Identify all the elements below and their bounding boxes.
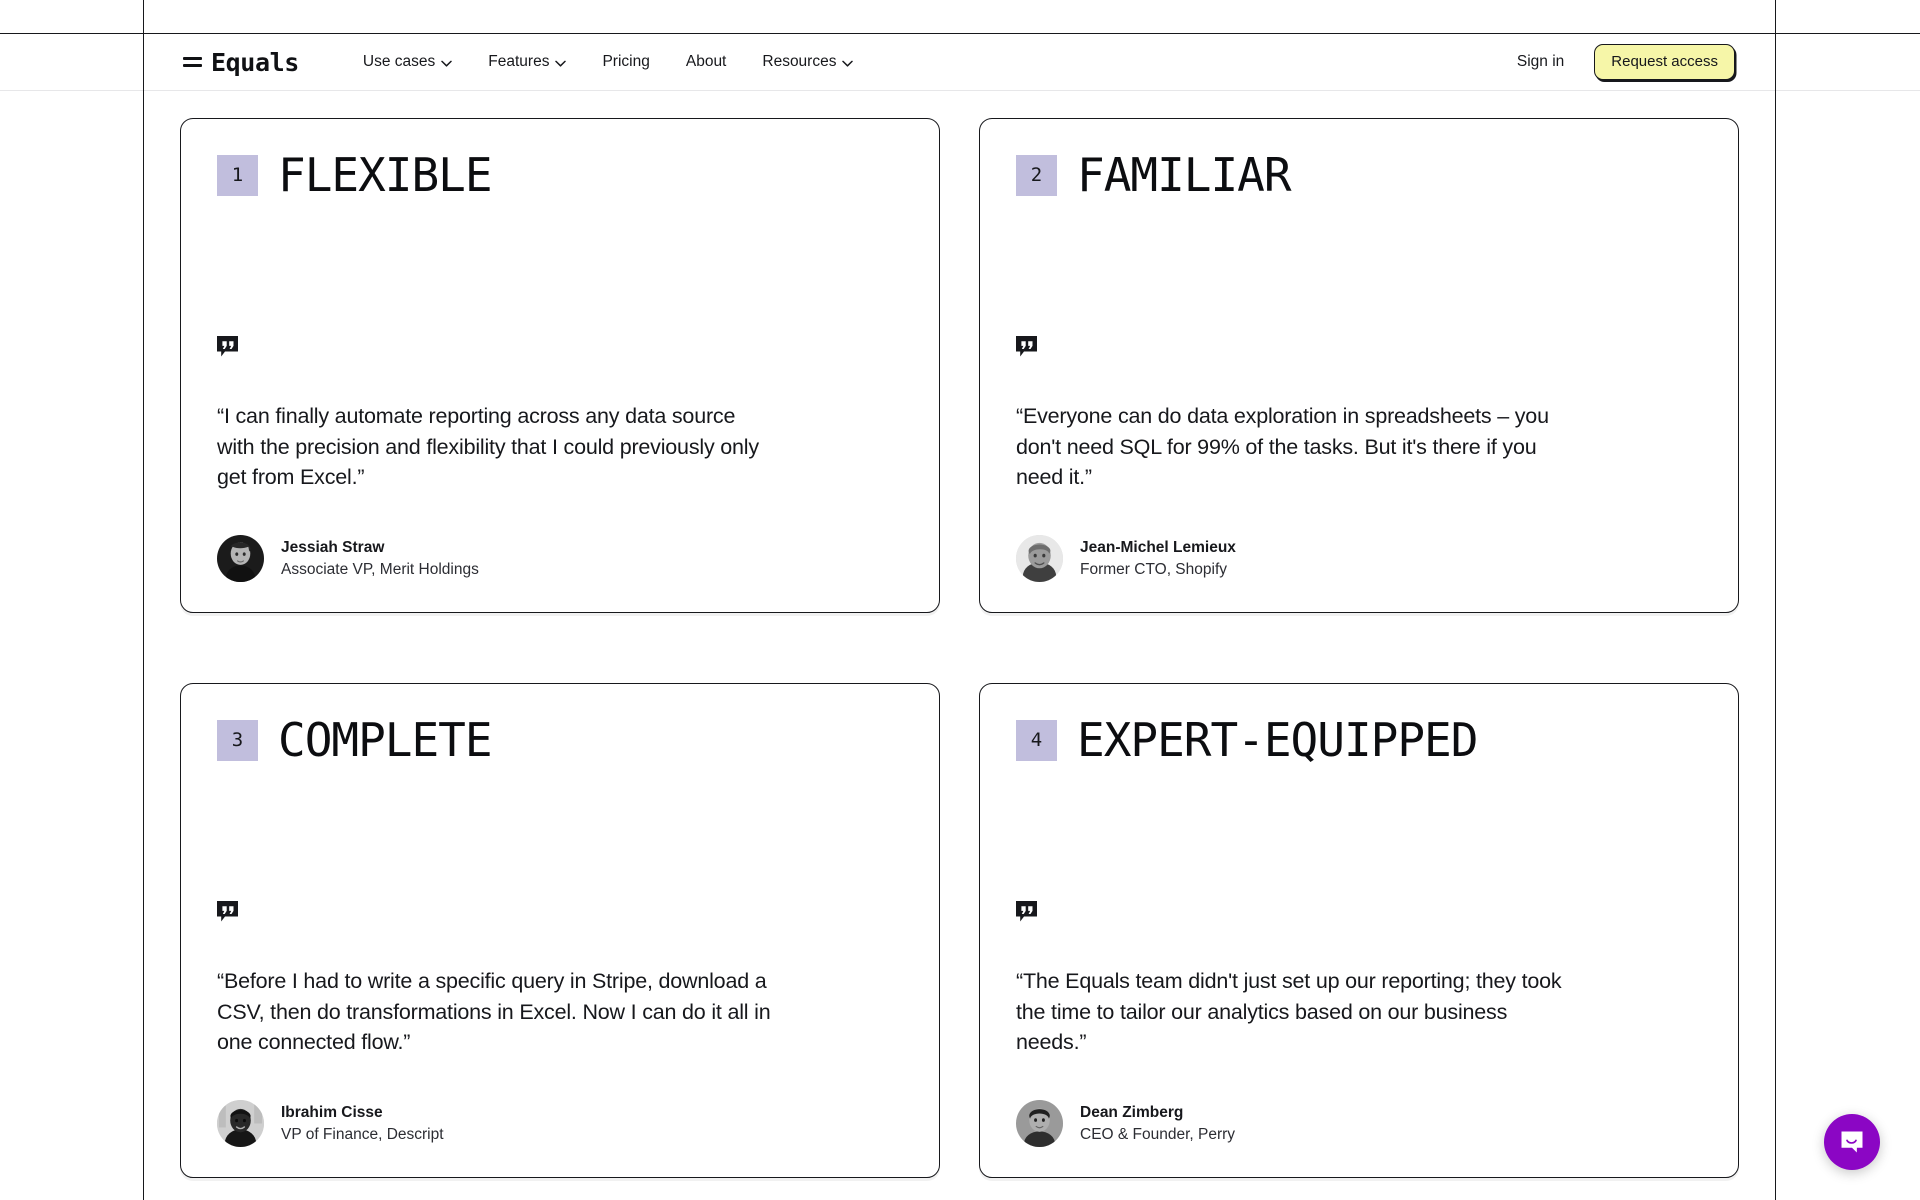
sign-in-link[interactable]: Sign in bbox=[1507, 47, 1574, 77]
attribution-name: Jessiah Straw bbox=[281, 539, 385, 557]
quote-text: “The Equals team didn't just set up our … bbox=[1016, 969, 1562, 1055]
attribution-text: Dean Zimberg CEO & Founder, Perry bbox=[1080, 1103, 1235, 1144]
chevron-down-icon bbox=[441, 60, 453, 67]
header-inner: Equals Use cases Features Pricing About … bbox=[143, 34, 1775, 90]
testimonial-grid: 1 FLEXIBLE “I can finally automate repor… bbox=[144, 110, 1775, 1178]
site-header: Equals Use cases Features Pricing About … bbox=[0, 34, 1920, 91]
attribution-name: Jean-Michel Lemieux bbox=[1080, 539, 1236, 557]
page-frame-right-rule bbox=[1775, 0, 1776, 1200]
attribution: Dean Zimberg CEO & Founder, Perry bbox=[1016, 1100, 1702, 1147]
card-title: FAMILIAR bbox=[1077, 148, 1292, 202]
quote-bubble-icon bbox=[1016, 901, 1041, 926]
nav-item-label: Resources bbox=[762, 53, 837, 70]
card-header: 1 FLEXIBLE bbox=[217, 152, 903, 199]
nav-item-label: About bbox=[685, 53, 727, 70]
card-body: “I can finally automate reporting across… bbox=[217, 336, 903, 582]
page-frame-left-rule bbox=[143, 0, 144, 1200]
card-body: “Everyone can do data exploration in spr… bbox=[1016, 336, 1702, 582]
quote-text: “Before I had to write a specific query … bbox=[217, 969, 771, 1055]
attribution: Ibrahim Cisse VP of Finance, Descript bbox=[217, 1100, 903, 1147]
page-frame-top-rule bbox=[0, 33, 1920, 34]
card-number-badge: 3 bbox=[217, 719, 258, 761]
card-header: 2 FAMILIAR bbox=[1016, 152, 1702, 199]
attribution-text: Jessiah Straw Associate VP, Merit Holdin… bbox=[281, 538, 479, 579]
avatar bbox=[217, 535, 264, 582]
attribution-role: VP of Finance, Descript bbox=[281, 1125, 444, 1143]
testimonial-card: 1 FLEXIBLE “I can finally automate repor… bbox=[180, 118, 940, 613]
nav-item-resources[interactable]: Resources bbox=[744, 47, 871, 77]
nav-item-label: Use cases bbox=[362, 53, 436, 70]
card-number-badge: 1 bbox=[217, 154, 258, 196]
card-header: 4 EXPERT-EQUIPPED bbox=[1016, 717, 1702, 764]
avatar bbox=[1016, 535, 1063, 582]
logo-wordmark: Equals bbox=[211, 47, 299, 77]
primary-nav: Use cases Features Pricing About Resourc… bbox=[345, 47, 872, 77]
equals-mark-icon bbox=[183, 57, 202, 67]
header-actions: Sign in Request access bbox=[1507, 44, 1735, 80]
attribution: Jessiah Straw Associate VP, Merit Holdin… bbox=[217, 535, 903, 582]
attribution-text: Jean-Michel Lemieux Former CTO, Shopify bbox=[1080, 538, 1236, 579]
attribution: Jean-Michel Lemieux Former CTO, Shopify bbox=[1016, 535, 1702, 582]
quote-bubble-icon bbox=[217, 336, 242, 361]
chat-bubble-smile-icon bbox=[1838, 1128, 1866, 1156]
nav-item-label: Features bbox=[488, 53, 550, 70]
card-body: “The Equals team didn't just set up our … bbox=[1016, 901, 1702, 1147]
card-title: FLEXIBLE bbox=[278, 148, 493, 202]
card-number-badge: 4 bbox=[1016, 719, 1057, 761]
testimonial-card: 2 FAMILIAR “Everyone can do data explora… bbox=[979, 118, 1739, 613]
card-header: 3 COMPLETE bbox=[217, 717, 903, 764]
chevron-down-icon bbox=[842, 60, 854, 67]
attribution-role: Associate VP, Merit Holdings bbox=[281, 560, 479, 578]
quote-bubble-icon bbox=[1016, 336, 1041, 361]
card-body: “Before I had to write a specific query … bbox=[217, 901, 903, 1147]
quote-bubble-icon bbox=[217, 901, 242, 926]
card-title: COMPLETE bbox=[278, 713, 493, 767]
nav-item-features[interactable]: Features bbox=[470, 47, 584, 77]
avatar bbox=[217, 1100, 264, 1147]
nav-item-use-cases[interactable]: Use cases bbox=[345, 47, 470, 77]
logo-home-link[interactable]: Equals bbox=[183, 50, 299, 75]
quote-text: “Everyone can do data exploration in spr… bbox=[1016, 404, 1549, 490]
chat-launcher-button[interactable] bbox=[1824, 1114, 1880, 1170]
nav-item-about[interactable]: About bbox=[668, 47, 745, 77]
attribution-name: Dean Zimberg bbox=[1080, 1104, 1184, 1122]
quote-text: “I can finally automate reporting across… bbox=[217, 404, 759, 490]
request-access-button[interactable]: Request access bbox=[1594, 44, 1735, 80]
testimonial-card: 4 EXPERT-EQUIPPED “The Equals team didn'… bbox=[979, 683, 1739, 1178]
card-number-badge: 2 bbox=[1016, 154, 1057, 196]
attribution-role: CEO & Founder, Perry bbox=[1080, 1125, 1236, 1143]
card-title: EXPERT-EQUIPPED bbox=[1077, 713, 1478, 767]
chevron-down-icon bbox=[555, 60, 567, 67]
avatar bbox=[1016, 1100, 1063, 1147]
nav-item-label: Pricing bbox=[602, 53, 650, 70]
page-root: Equals Use cases Features Pricing About … bbox=[0, 0, 1920, 1200]
attribution-text: Ibrahim Cisse VP of Finance, Descript bbox=[281, 1103, 444, 1144]
attribution-name: Ibrahim Cisse bbox=[281, 1104, 383, 1122]
attribution-role: Former CTO, Shopify bbox=[1080, 560, 1228, 578]
testimonial-card: 3 COMPLETE “Before I had to write a spec… bbox=[180, 683, 940, 1178]
nav-item-pricing[interactable]: Pricing bbox=[584, 47, 667, 77]
